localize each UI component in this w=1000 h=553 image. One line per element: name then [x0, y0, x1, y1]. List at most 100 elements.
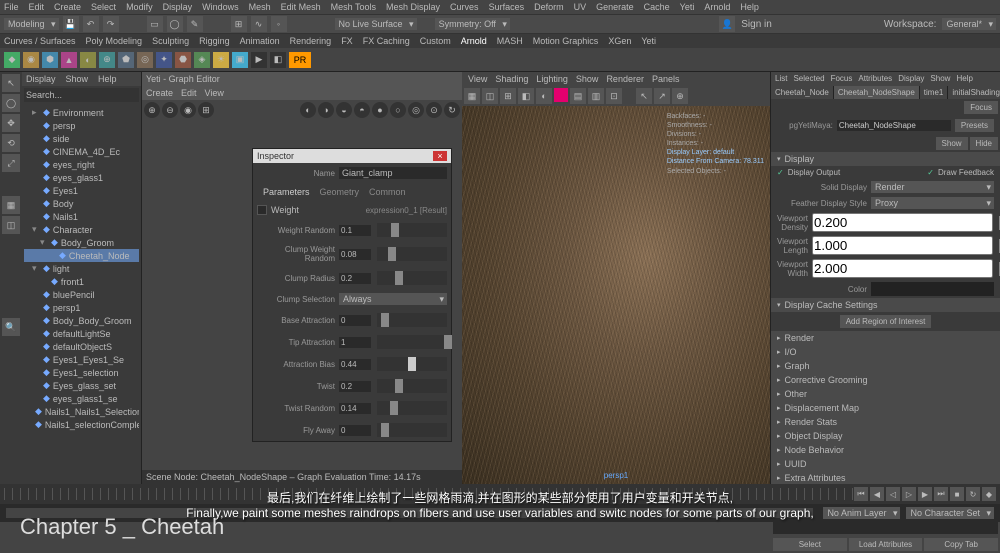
attr-menu-item[interactable]: Display — [898, 74, 924, 84]
tree-item[interactable]: ◆eyes_glass1_se — [24, 392, 139, 405]
attr-section[interactable]: I/O — [771, 345, 1000, 359]
shelf-tab[interactable]: FX Caching — [363, 36, 410, 46]
menu-yeti[interactable]: Yeti — [680, 2, 695, 12]
select-button[interactable]: Select — [773, 538, 847, 551]
tree-item[interactable]: ◆Eyes_glass_set — [24, 379, 139, 392]
save-icon[interactable]: 💾 — [63, 16, 79, 32]
shelf-icon[interactable]: ▲ — [61, 52, 77, 68]
menu-mesh display[interactable]: Mesh Display — [386, 2, 440, 12]
shelf-tab[interactable]: MASH — [497, 36, 523, 46]
menu-file[interactable]: File — [4, 2, 19, 12]
param-slider[interactable] — [377, 247, 447, 261]
attr-section[interactable]: Render Stats — [771, 415, 1000, 429]
shelf-tab[interactable]: FX — [341, 36, 353, 46]
tree-item[interactable]: ◆Nails1_Nails1_Selection_3_0 — [24, 405, 139, 418]
attr-section[interactable]: Displacement Map — [771, 401, 1000, 415]
shelf-tab[interactable]: Motion Graphics — [533, 36, 599, 46]
shelf-icon[interactable]: ◎ — [137, 52, 153, 68]
shelf-icon[interactable]: ⬢ — [42, 52, 58, 68]
shelf-icon[interactable]: ⬟ — [118, 52, 134, 68]
tree-item[interactable]: ◆front1 — [24, 275, 139, 288]
outliner-search[interactable]: Search... — [24, 88, 139, 102]
tree-item[interactable]: ◆Nails1_selectionComplement — [24, 418, 139, 431]
name-input[interactable]: Giant_clamp — [339, 167, 447, 179]
lasso-tool-icon[interactable]: ◯ — [2, 94, 20, 112]
attr-section[interactable]: Corrective Grooming — [771, 373, 1000, 387]
graph-tool-icon[interactable]: ⊙ — [426, 102, 442, 118]
shelf-icon[interactable]: ◈ — [194, 52, 210, 68]
graph-tool-icon[interactable]: ◒ — [336, 102, 352, 118]
tab-geometry[interactable]: Geometry — [320, 187, 360, 197]
tree-item[interactable]: ▸◆Environment — [24, 106, 139, 119]
shelf-tab[interactable]: Custom — [420, 36, 451, 46]
menu-arnold[interactable]: Arnold — [704, 2, 730, 12]
vp-tool-icon[interactable]: ◫ — [482, 88, 498, 104]
vp-menu-item[interactable]: Shading — [495, 74, 528, 84]
menu-windows[interactable]: Windows — [202, 2, 239, 12]
vp-menu-item[interactable]: Panels — [652, 74, 680, 84]
param-select[interactable]: Always — [339, 293, 447, 305]
param-slider[interactable] — [377, 223, 447, 237]
vp-width-input[interactable] — [812, 259, 993, 278]
tree-item[interactable]: ▾◆light — [24, 262, 139, 275]
param-value[interactable]: 0.1 — [339, 225, 371, 236]
vp-menu-item[interactable]: Show — [576, 74, 599, 84]
color-swatch[interactable] — [871, 282, 994, 296]
tree-item[interactable]: ▾◆Character — [24, 223, 139, 236]
shelf-icon[interactable]: ◆ — [4, 52, 20, 68]
vp-menu-item[interactable]: Lighting — [536, 74, 568, 84]
close-icon[interactable]: × — [433, 151, 447, 161]
vp-tool-icon[interactable]: ▤ — [570, 88, 586, 104]
attr-section[interactable]: Other — [771, 387, 1000, 401]
attr-section[interactable]: UUID — [771, 457, 1000, 471]
graph-tool-icon[interactable]: ↻ — [444, 102, 460, 118]
vp-color-swatch[interactable] — [554, 88, 568, 102]
tree-item[interactable]: ◆Body_Body_Groom — [24, 314, 139, 327]
snap-icon[interactable]: ⊞ — [231, 16, 247, 32]
shelf-icon[interactable]: ⬣ — [175, 52, 191, 68]
select-icon[interactable]: ▭ — [147, 16, 163, 32]
attr-tab[interactable]: time1 — [920, 86, 949, 99]
viewport-canvas[interactable]: Backfaces: - Smoothness: - Divisions: - … — [462, 106, 770, 484]
lasso-icon[interactable]: ◯ — [167, 16, 183, 32]
attr-section[interactable]: Object Display — [771, 429, 1000, 443]
graph-tool-icon[interactable]: ◑ — [318, 102, 334, 118]
copy-tab-button[interactable]: Copy Tab — [924, 538, 998, 551]
menu-modify[interactable]: Modify — [126, 2, 153, 12]
shelf-tab[interactable]: Curves / Surfaces — [4, 36, 76, 46]
graph-menu-item[interactable]: View — [205, 88, 224, 98]
move-tool-icon[interactable]: ✥ — [2, 114, 20, 132]
vp-tool-icon[interactable]: ▦ — [464, 88, 480, 104]
tree-item[interactable]: ◆defaultLightSe — [24, 327, 139, 340]
menu-surfaces[interactable]: Surfaces — [489, 2, 525, 12]
vp-tool-icon[interactable]: ⊡ — [606, 88, 622, 104]
vp-tool-icon[interactable]: ↖ — [636, 88, 652, 104]
attr-section[interactable]: Graph — [771, 359, 1000, 373]
shelf-tab[interactable]: Animation — [240, 36, 280, 46]
vp-tool-icon[interactable]: ◧ — [518, 88, 534, 104]
magnify-icon[interactable]: 🔍 — [2, 318, 20, 336]
shelf-icon[interactable]: ▣ — [232, 52, 248, 68]
graph-tool-icon[interactable]: ⊞ — [198, 102, 214, 118]
outliner-menu-item[interactable]: Display — [26, 74, 56, 84]
graph-tool-icon[interactable]: ● — [372, 102, 388, 118]
shelf-pr-icon[interactable]: PR — [289, 52, 311, 68]
attr-section[interactable]: Render — [771, 331, 1000, 345]
param-value[interactable]: 0.2 — [339, 381, 371, 392]
undo-icon[interactable]: ↶ — [83, 16, 99, 32]
menu-edit[interactable]: Edit — [29, 2, 45, 12]
vp-tool-icon[interactable]: ◐ — [536, 88, 552, 104]
attr-section[interactable]: Node Behavior — [771, 443, 1000, 457]
shelf-tab[interactable]: Poly Modeling — [86, 36, 143, 46]
param-value[interactable]: 0.2 — [339, 273, 371, 284]
persp-icon[interactable]: ◫ — [2, 216, 20, 234]
menu-cache[interactable]: Cache — [644, 2, 670, 12]
outliner-menu-item[interactable]: Show — [66, 74, 89, 84]
shelf-tab[interactable]: Sculpting — [152, 36, 189, 46]
attr-menu-item[interactable]: Show — [930, 74, 950, 84]
shelf-tab[interactable]: XGen — [608, 36, 631, 46]
inspector-titlebar[interactable]: Inspector × — [253, 149, 451, 163]
attr-section[interactable]: Extra Attributes — [771, 471, 1000, 485]
layout-icon[interactable]: ▦ — [2, 196, 20, 214]
menu-generate[interactable]: Generate — [596, 2, 634, 12]
